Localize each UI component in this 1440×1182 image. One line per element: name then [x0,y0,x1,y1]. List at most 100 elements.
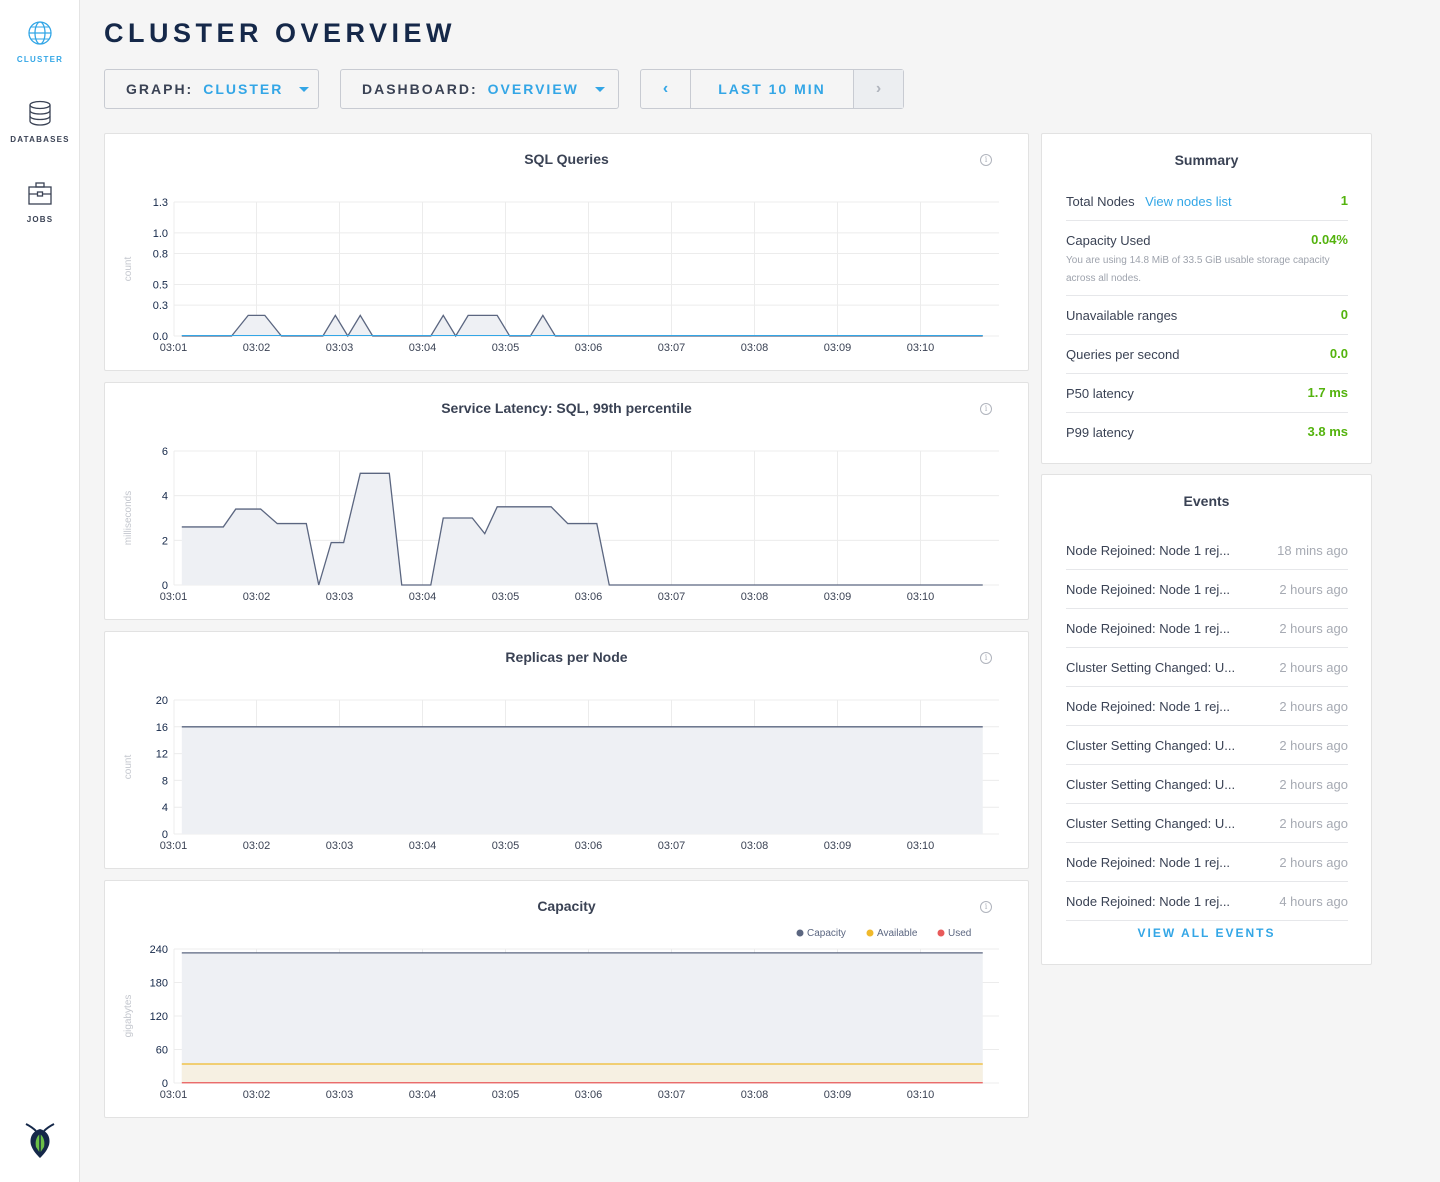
x-tick-label: 03:09 [824,591,852,603]
x-tick-label: 03:08 [741,1089,769,1101]
event-text: Node Rejoined: Node 1 rej... [1066,699,1231,714]
x-tick-label: 03:03 [326,591,354,603]
event-time: 2 hours ago [1279,816,1348,831]
y-tick-label: 12 [156,749,168,761]
series-area [181,726,983,834]
event-item[interactable]: Node Rejoined: Node 1 rej... 2 hours ago [1066,570,1348,609]
x-tick-label: 03:05 [492,840,520,852]
y-tick-label: 4 [162,802,168,814]
page-title: CLUSTER OVERVIEW [104,18,457,48]
globe-icon [28,21,52,45]
event-text: Node Rejoined: Node 1 rej... [1066,582,1231,597]
x-tick-label: 03:06 [575,840,603,852]
event-item[interactable]: Cluster Setting Changed: U... 2 hours ag… [1066,648,1348,687]
chart-capacity[interactable]: 06012018024003:01 03:02 03:03 03:04 03:05 03:… [105,881,1030,1119]
x-tick-label: 03:07 [658,342,686,354]
summary-value: 1 [1340,193,1348,208]
x-tick-label: 03:05 [492,591,520,603]
y-tick-label: 20 [156,695,168,707]
x-tick-label: 03:07 [658,591,686,603]
event-time: 2 hours ago [1279,660,1348,675]
chart-service-latency[interactable]: 024603:01 03:02 03:03 03:04 03:05 03:06 03:07 0… [105,383,1030,621]
y-tick-label: 2 [162,535,168,547]
sidebar-item-label: CLUSTER [16,55,64,64]
summary-label: P99 latency [1066,425,1134,440]
sidebar-item-cluster[interactable]: CLUSTER [0,20,80,64]
y-tick-label: 0.3 [153,300,168,312]
sidebar-item-label: JOBS [26,215,54,224]
x-tick-label: 03:10 [907,342,935,354]
database-icon [29,100,51,126]
x-tick-label: 03:06 [575,591,603,603]
chart-card-capacity: Capacity i 0 60 120 180 240 03:01 03:02 03:03 03… [104,880,1029,1118]
graph-dropdown-label: GRAPH: [126,81,194,97]
x-tick-label: 03:08 [741,840,769,852]
legend-label: Used [948,928,971,939]
time-prev-button[interactable]: ‹ [641,70,691,108]
x-tick-label: 03:09 [824,840,852,852]
event-item[interactable]: Node Rejoined: Node 1 rej... 2 hours ago [1066,609,1348,648]
capacity-description: You are using 14.8 MiB of 33.5 GiB usabl… [1066,255,1330,284]
event-item[interactable]: Node Rejoined: Node 1 rej... 2 hours ago [1066,687,1348,726]
summary-title: Summary [1174,152,1239,168]
summary-row-unavailable-ranges: Unavailable ranges 0 [1066,307,1348,335]
y-tick-label: 240 [150,944,168,956]
time-range-label[interactable]: LAST 10 MIN [691,70,853,108]
x-tick-label: 03:04 [409,591,437,603]
y-tick-label: 8 [162,775,168,787]
x-tick-label: 03:02 [243,1089,271,1101]
chart-sql-queries[interactable]: 0.00.30.50.81.01.303:01 03:02 03:03 03:04 03… [105,134,1030,372]
series-area [181,315,983,336]
y-tick-label: 120 [150,1011,168,1023]
summary-row-total-nodes: Total Nodes View nodes list 1 [1066,193,1348,221]
x-tick-label: 03:03 [326,1089,354,1101]
y-axis-label: milliseconds [123,491,134,545]
x-tick-label: 03:02 [243,840,271,852]
x-tick-label: 03:05 [492,342,520,354]
event-time: 2 hours ago [1279,699,1348,714]
summary-row-p50-latency: P50 latency 1.7 ms [1066,385,1348,413]
event-item[interactable]: Node Rejoined: Node 1 rej... 2 hours ago [1066,843,1348,882]
event-item[interactable]: Cluster Setting Changed: U... 2 hours ag… [1066,726,1348,765]
cockroach-logo-icon[interactable] [20,1120,60,1160]
legend-label: Available [877,928,918,939]
summary-label: Unavailable ranges [1066,308,1178,323]
chart-replicas-per-node[interactable]: 04812162003:01 03:02 03:03 03:04 03:05 03:06 0… [105,632,1030,870]
event-text: Cluster Setting Changed: U... [1066,777,1236,792]
y-tick-label: 0.5 [153,279,168,291]
y-tick-label: 60 [156,1045,168,1057]
time-next-button[interactable]: › [853,70,903,108]
event-item[interactable]: Node Rejoined: Node 1 rej... 4 hours ago [1066,882,1348,921]
y-tick-label: 4 [162,491,168,503]
graph-dropdown[interactable]: GRAPH: CLUSTER [104,69,319,109]
x-tick-label: 03:06 [575,342,603,354]
event-text: Node Rejoined: Node 1 rej... [1066,621,1231,636]
event-time: 2 hours ago [1279,582,1348,597]
event-text: Cluster Setting Changed: U... [1066,738,1236,753]
x-tick-label: 03:05 [492,1089,520,1101]
summary-value: 0.0 [1329,346,1348,361]
y-tick-label: 16 [156,722,168,734]
event-text: Cluster Setting Changed: U... [1066,660,1236,675]
dashboard-dropdown[interactable]: DASHBOARD: OVERVIEW [340,69,619,109]
sidebar-item-jobs[interactable]: JOBS [0,180,80,224]
sidebar-item-databases[interactable]: DATABASES [0,100,80,144]
summary-value: 3.8 ms [1307,424,1348,439]
summary-row-queries-per-second: Queries per second 0.0 [1066,346,1348,374]
sidebar-item-label: DATABASES [10,135,70,144]
event-item[interactable]: Cluster Setting Changed: U... 2 hours ag… [1066,765,1348,804]
event-item[interactable]: Cluster Setting Changed: U... 2 hours ag… [1066,804,1348,843]
summary-label: P50 latency [1066,386,1134,401]
x-tick-label: 03:02 [243,342,271,354]
event-item[interactable]: Node Rejoined: Node 1 rej... 18 mins ago [1066,531,1348,570]
view-nodes-link[interactable]: View nodes list [1145,194,1231,209]
briefcase-icon [28,182,52,205]
y-axis-label: count [123,755,134,780]
legend-swatch [937,929,945,937]
x-tick-label: 03:04 [409,342,437,354]
x-tick-label: 03:08 [741,591,769,603]
series-line [181,314,983,338]
event-text: Node Rejoined: Node 1 rej... [1066,855,1231,870]
summary-label: Queries per second [1066,347,1180,362]
view-all-events-link[interactable]: VIEW ALL EVENTS [1042,926,1371,940]
